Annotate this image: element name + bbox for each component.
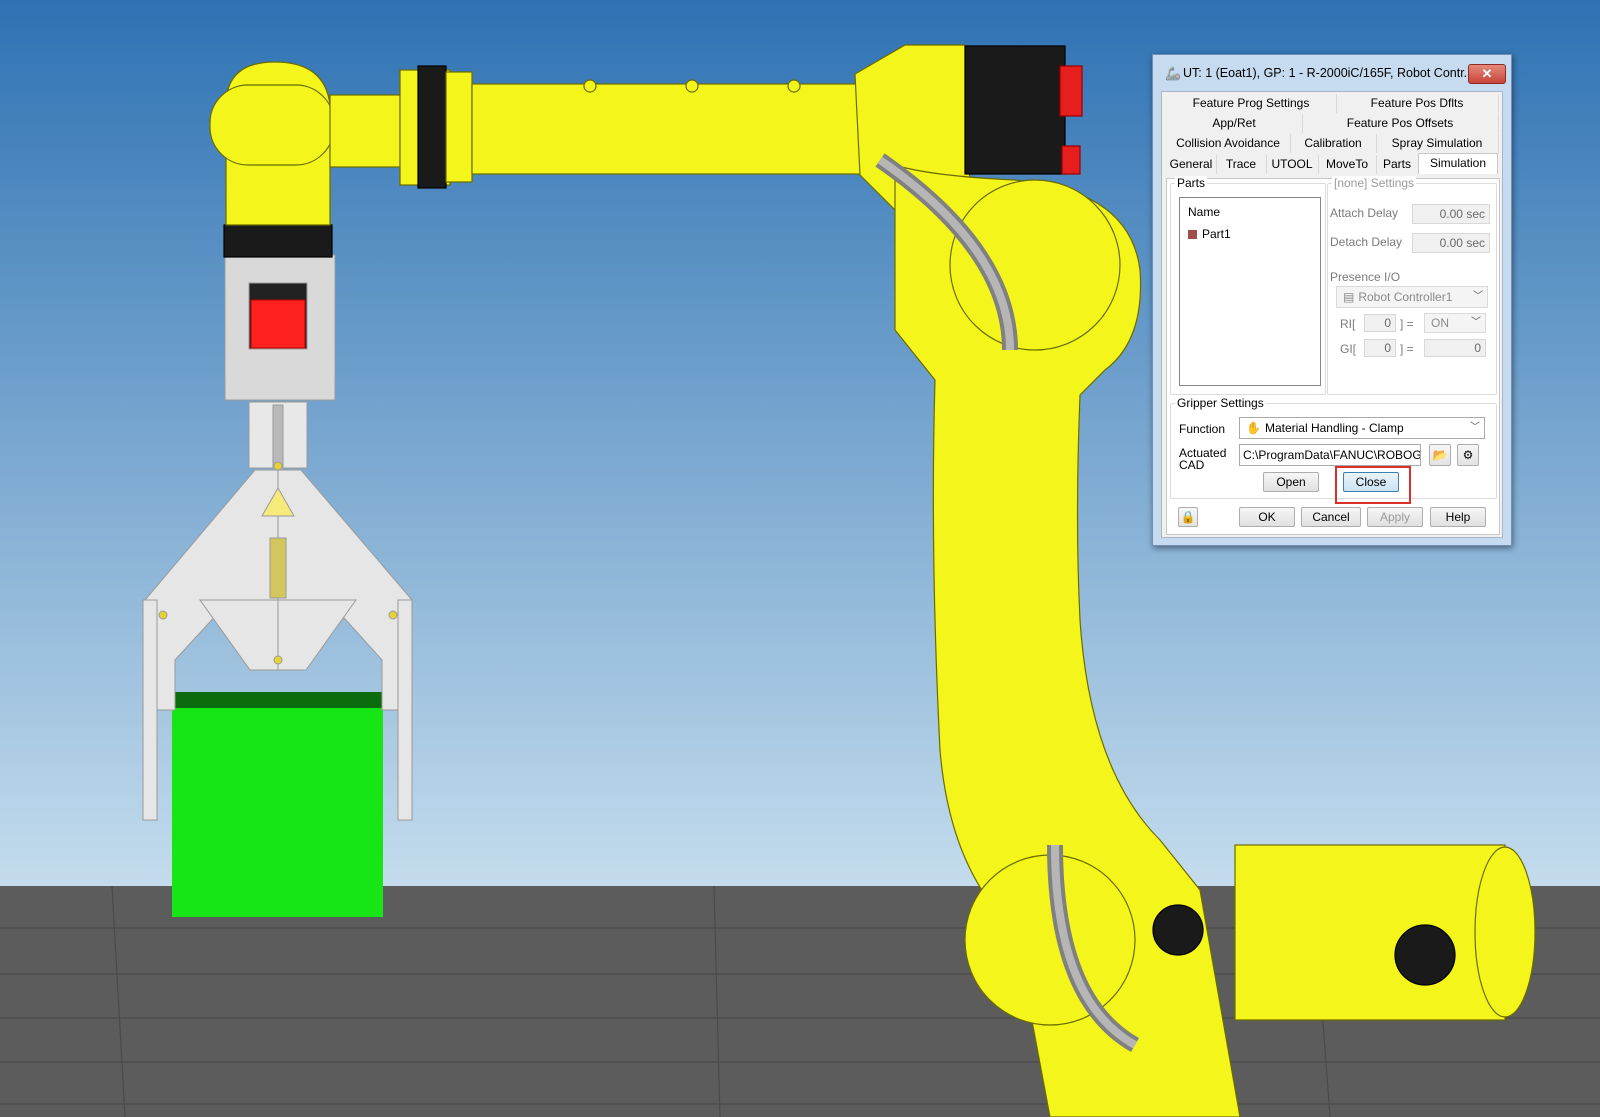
tab-row-2: App/Ret Feature Pos Offsets: [1166, 114, 1499, 134]
close-window-button[interactable]: ✕: [1468, 64, 1506, 84]
chevron-down-icon: ﹀: [1471, 317, 1481, 328]
close-gripper-button[interactable]: Close: [1343, 472, 1399, 492]
presence-io-label: Presence I/O: [1330, 270, 1401, 284]
robot-tool-icon: 🦾: [1165, 66, 1182, 81]
folder-icon[interactable]: 📂: [1429, 444, 1451, 466]
tab-general[interactable]: General: [1166, 155, 1217, 174]
gripper-group-label: Gripper Settings: [1175, 396, 1266, 410]
utool-properties-dialog[interactable]: 🦾 UT: 1 (Eoat1), GP: 1 - R-2000iC/165F, …: [1152, 54, 1512, 546]
tab-trace[interactable]: Trace: [1216, 155, 1267, 174]
part-name: Part1: [1202, 227, 1231, 241]
tab-collision-avoidance[interactable]: Collision Avoidance: [1166, 134, 1291, 153]
lock-icon[interactable]: 🔒: [1178, 507, 1198, 527]
simulation-panel: Parts Name Part1 [none] Settings Attach …: [1166, 176, 1500, 535]
tab-parts[interactable]: Parts: [1376, 155, 1419, 174]
attach-delay-label: Attach Delay: [1330, 206, 1399, 220]
ri-index-field[interactable]: 0: [1364, 314, 1396, 332]
cad-library-icon[interactable]: ⚙: [1457, 444, 1479, 466]
apply-button[interactable]: Apply: [1367, 507, 1423, 527]
tab-feature-prog-settings[interactable]: Feature Prog Settings: [1166, 94, 1337, 113]
tab-row-3: Collision Avoidance Calibration Spray Si…: [1166, 134, 1499, 154]
part-icon: [1188, 230, 1197, 240]
help-button[interactable]: Help: [1430, 507, 1486, 527]
actuated-cad-path-field[interactable]: C:\ProgramData\FANUC\ROBOGUID: [1239, 444, 1421, 466]
open-gripper-button[interactable]: Open: [1263, 472, 1319, 492]
chevron-down-icon: ﹀: [1473, 291, 1483, 302]
tab-calibration[interactable]: Calibration: [1290, 134, 1377, 153]
ri-equals: ] =: [1400, 317, 1414, 331]
detach-delay-label: Detach Delay: [1330, 235, 1403, 249]
gi-equals: ] =: [1400, 342, 1414, 356]
tab-app-ret[interactable]: App/Ret: [1166, 114, 1303, 133]
ri-label: RI[: [1340, 317, 1356, 331]
parts-group: Parts Name Part1: [1170, 176, 1326, 395]
cad-label: CAD: [1179, 458, 1205, 472]
tab-feature-pos-offsets[interactable]: Feature Pos Offsets: [1302, 114, 1499, 133]
tab-spray-simulation[interactable]: Spray Simulation: [1376, 134, 1499, 153]
chevron-down-icon: ﹀: [1470, 422, 1480, 433]
tab-simulation[interactable]: Simulation: [1418, 153, 1498, 174]
gripper-settings-group: Gripper Settings Function ✋ Material Hand…: [1170, 396, 1497, 504]
tab-feature-pos-dflts[interactable]: Feature Pos Dflts: [1336, 94, 1499, 113]
tab-utool[interactable]: UTOOL: [1266, 155, 1319, 174]
tab-moveto[interactable]: MoveTo: [1318, 155, 1377, 174]
tab-row-1: Feature Prog Settings Feature Pos Dflts: [1166, 94, 1499, 114]
parts-list[interactable]: Name Part1: [1179, 197, 1321, 386]
function-label: Function: [1179, 422, 1226, 436]
cancel-button[interactable]: Cancel: [1301, 507, 1361, 527]
dialog-title: UT: 1 (Eoat1), GP: 1 - R-2000iC/165F, Ro…: [1183, 66, 1475, 80]
part-settings-group: [none] Settings Attach Delay 0.00 sec De…: [1327, 176, 1497, 395]
ri-value-select[interactable]: ON ﹀: [1424, 313, 1486, 333]
dialog-titlebar[interactable]: 🦾 UT: 1 (Eoat1), GP: 1 - R-2000iC/165F, …: [1153, 55, 1511, 91]
tab-row-4: General Trace UTOOL MoveTo Parts Simulat…: [1166, 153, 1498, 175]
gi-label: GI[: [1340, 342, 1357, 356]
settings-group-label: [none] Settings: [1332, 176, 1417, 190]
function-select[interactable]: ✋ Material Handling - Clamp ﹀: [1239, 417, 1485, 439]
parts-list-header: Name: [1188, 205, 1221, 219]
gripper-icon: ✋: [1246, 421, 1261, 435]
controller-icon: ▤: [1343, 290, 1355, 304]
list-item[interactable]: Part1: [1188, 227, 1231, 241]
attach-delay-field[interactable]: 0.00 sec: [1412, 204, 1490, 224]
ok-button[interactable]: OK: [1239, 507, 1295, 527]
detach-delay-field[interactable]: 0.00 sec: [1412, 233, 1490, 253]
part1-box: [172, 692, 383, 917]
presence-controller-select[interactable]: ▤ Robot Controller1 ﹀: [1336, 286, 1488, 308]
dialog-body: Feature Prog Settings Feature Pos Dflts …: [1161, 91, 1503, 538]
parts-group-label: Parts: [1175, 176, 1208, 190]
gi-index-field[interactable]: 0: [1364, 339, 1396, 357]
gi-value-field[interactable]: 0: [1424, 339, 1486, 357]
